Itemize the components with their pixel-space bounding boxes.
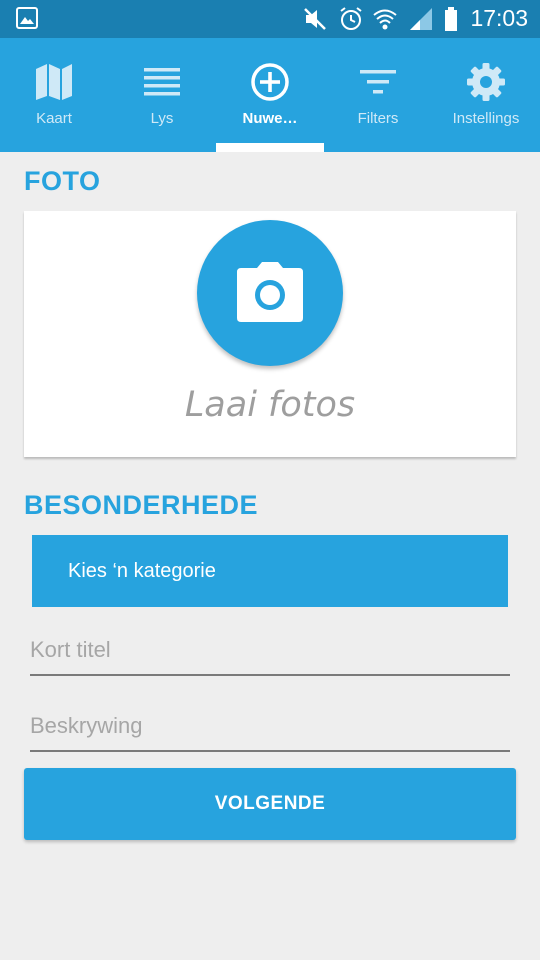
tab-nuwe[interactable]: Nuwe… (216, 38, 324, 152)
camera-icon (237, 262, 303, 322)
mute-icon (304, 8, 326, 30)
upload-photos-label: Laai fotos (184, 385, 356, 425)
upload-photo-button[interactable] (197, 220, 343, 366)
add-circle-icon (251, 63, 289, 101)
tab-label: Nuwe… (242, 110, 298, 127)
gallery-notification-icon (16, 7, 38, 29)
signal-icon (410, 8, 432, 30)
details-section-heading: BESONDERHEDE (24, 490, 259, 520)
list-icon (144, 68, 180, 96)
tab-filters[interactable]: Filters (324, 38, 432, 152)
photo-upload-card[interactable]: Laai fotos (24, 211, 516, 457)
alarm-icon (340, 7, 362, 30)
tab-label: Kaart (36, 110, 72, 127)
wifi-icon (373, 9, 397, 30)
category-dropdown-label: Kies ‘n kategorie (68, 560, 216, 582)
category-dropdown[interactable]: Kies ‘n kategorie (32, 535, 508, 607)
photo-section-heading: FOTO (24, 166, 101, 196)
tab-label: Lys (150, 110, 174, 127)
short-title-input[interactable] (30, 626, 510, 676)
top-tab-bar: Kaart Lys Nuwe… Filters Instellings (0, 38, 540, 152)
battery-icon (445, 7, 457, 31)
next-button[interactable]: VOLGENDE (24, 768, 516, 840)
tab-lys[interactable]: Lys (108, 38, 216, 152)
tab-instellings[interactable]: Instellings (432, 38, 540, 152)
status-bar: 17:03 (0, 0, 540, 38)
description-input[interactable] (30, 702, 510, 752)
tab-label: Filters (357, 110, 399, 127)
filter-icon (360, 70, 396, 94)
map-icon (36, 64, 72, 100)
tab-label: Instellings (452, 110, 520, 127)
active-tab-indicator (216, 143, 324, 152)
status-time: 17:03 (470, 5, 528, 31)
tab-kaart[interactable]: Kaart (0, 38, 108, 152)
gear-icon (467, 63, 505, 101)
